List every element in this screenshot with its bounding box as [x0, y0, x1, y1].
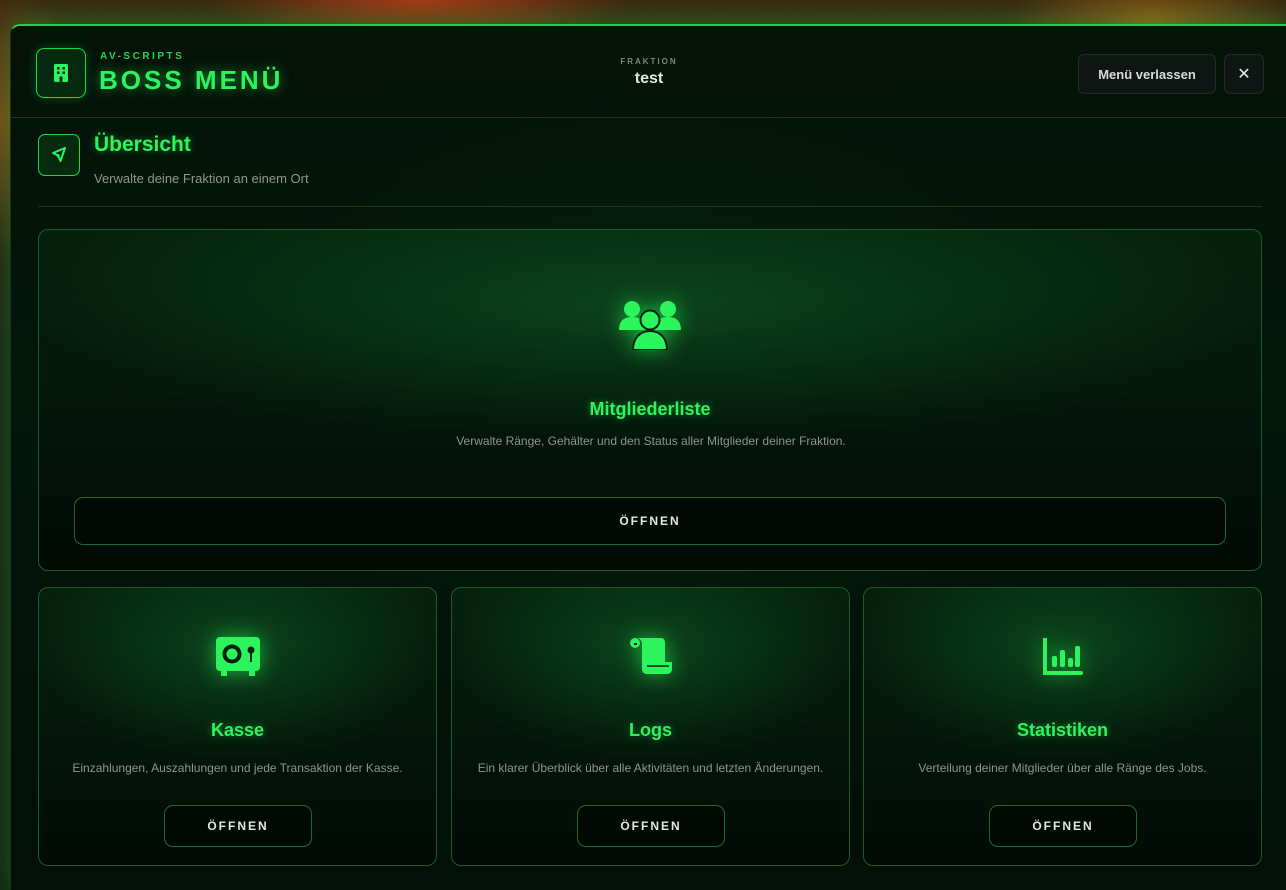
statistics-card: Statistiken Verteilung deiner Mitglieder… — [863, 587, 1262, 866]
logs-card: Logs Ein klarer Überblick über alle Akti… — [451, 587, 850, 866]
open-members-button[interactable]: ÖFFNEN — [74, 497, 1226, 545]
boss-menu-window: AV-SCRIPTS BOSS MENÜ FRAKTION test Menü … — [10, 24, 1286, 890]
card-title: Kasse — [210, 720, 265, 740]
users-icon — [619, 298, 681, 355]
scroll-icon — [628, 636, 674, 681]
navigation-icon — [38, 134, 80, 176]
brand-subtitle: AV-SCRIPTS — [100, 51, 185, 62]
chart-icon — [1042, 637, 1083, 681]
vault-icon — [215, 636, 261, 683]
card-description: Einzahlungen, Auszahlungen und jede Tran… — [72, 761, 403, 775]
section-title: Übersicht — [94, 133, 191, 156]
faction-name: test — [634, 70, 664, 87]
card-title: Logs — [629, 720, 672, 740]
open-statistics-button[interactable]: ÖFFNEN — [989, 805, 1137, 847]
card-description: Ein klarer Überblick über alle Aktivität… — [477, 761, 824, 775]
close-icon: ✕ — [1237, 66, 1251, 83]
members-card: Mitgliederliste Verwalte Ränge, Gehälter… — [38, 229, 1262, 571]
card-title: Statistiken — [1016, 720, 1109, 740]
building-icon — [36, 48, 86, 98]
card-description: Verteilung deiner Mitglieder über alle R… — [918, 761, 1207, 775]
brand-title: BOSS MENÜ — [99, 65, 284, 95]
card-description: Verwalte Ränge, Gehälter und den Status … — [456, 434, 846, 448]
header-bar: AV-SCRIPTS BOSS MENÜ FRAKTION test Menü … — [11, 26, 1286, 118]
open-cash-button[interactable]: ÖFFNEN — [164, 805, 312, 847]
section-subtitle: Verwalte deine Fraktion an einem Ort — [94, 171, 309, 186]
card-title: Mitgliederliste — [589, 399, 711, 419]
leave-menu-button[interactable]: Menü verlassen — [1078, 54, 1216, 94]
close-button[interactable]: ✕ — [1224, 54, 1264, 94]
open-logs-button[interactable]: ÖFFNEN — [577, 805, 725, 847]
section-divider — [38, 206, 1262, 207]
cash-card: Kasse Einzahlungen, Auszahlungen und jed… — [38, 587, 437, 866]
faction-label: FRAKTION — [620, 57, 678, 66]
